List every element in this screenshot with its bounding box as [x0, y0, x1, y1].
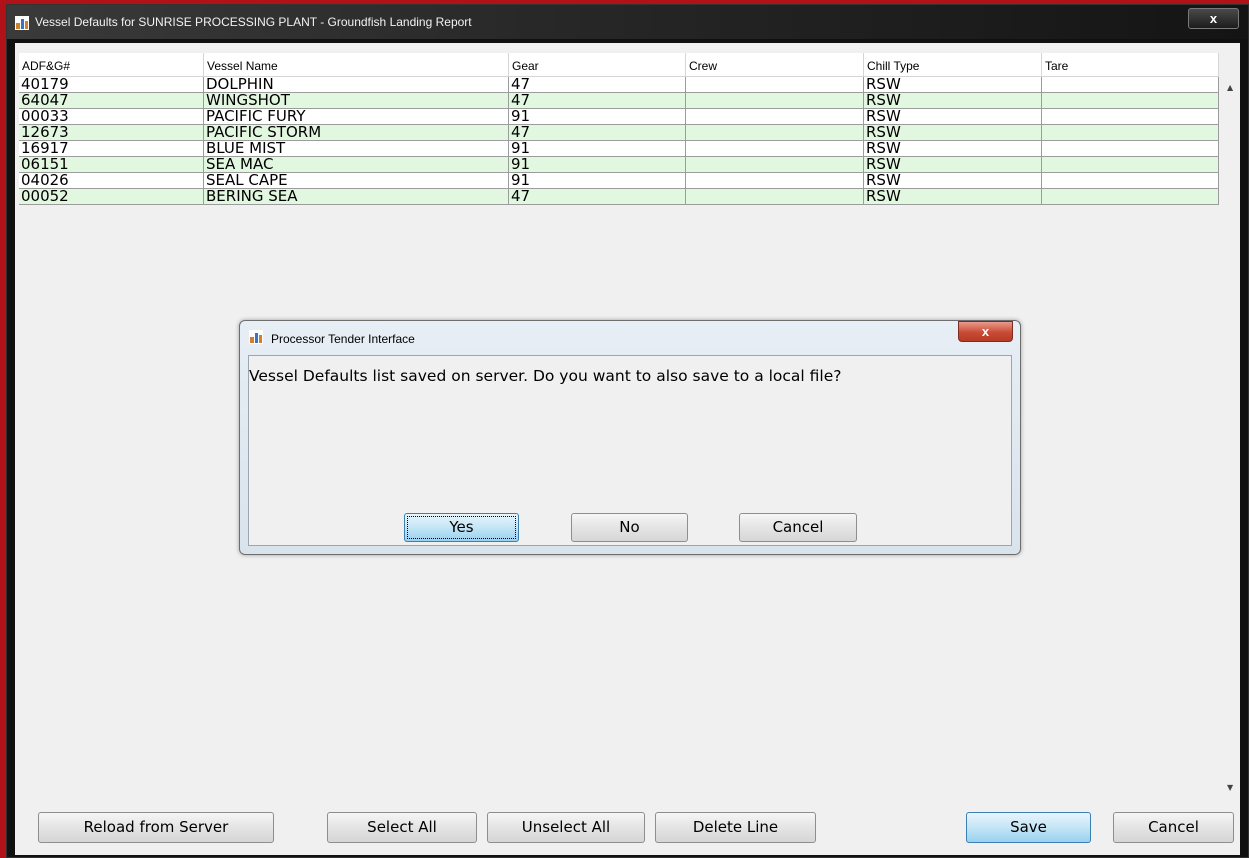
dialog-message: Vessel Defaults list saved on server. Do… — [249, 367, 842, 385]
cell-adfg[interactable]: 00033 — [19, 109, 204, 125]
column-header-chill-type[interactable]: Chill Type — [864, 53, 1042, 77]
no-button[interactable]: No — [571, 513, 688, 542]
scroll-down-arrow-icon[interactable]: ▼ — [1227, 783, 1233, 792]
column-header-crew[interactable]: Crew — [686, 53, 864, 77]
cell-tare[interactable] — [1042, 109, 1219, 125]
column-header-tare[interactable]: Tare — [1042, 53, 1219, 77]
cell-tare[interactable] — [1042, 173, 1219, 189]
cell-chill-type[interactable]: RSW — [864, 109, 1042, 125]
table-body: 40179 DOLPHIN 47 RSW 64047 WINGSHOT 47 RSW 00033… — [19, 77, 1219, 205]
cell-tare[interactable] — [1042, 93, 1219, 109]
cell-adfg[interactable]: 12673 — [19, 125, 204, 141]
cell-chill-type[interactable]: RSW — [864, 125, 1042, 141]
dialog-body: Vessel Defaults list saved on server. Do… — [248, 355, 1012, 546]
table-row[interactable]: 00033 PACIFIC FURY 91 RSW — [19, 109, 1219, 125]
app-icon — [249, 330, 263, 344]
cell-gear[interactable]: 91 — [509, 109, 686, 125]
vertical-scrollbar[interactable]: ▲ ▼ — [1223, 77, 1239, 797]
cell-crew[interactable] — [686, 173, 864, 189]
cell-gear[interactable]: 47 — [509, 125, 686, 141]
cell-gear[interactable]: 47 — [509, 77, 686, 93]
dialog-cancel-button[interactable]: Cancel — [739, 513, 857, 542]
cell-gear[interactable]: 91 — [509, 157, 686, 173]
cell-adfg[interactable]: 06151 — [19, 157, 204, 173]
cell-vessel-name[interactable]: WINGSHOT — [204, 93, 509, 109]
column-header-gear[interactable]: Gear — [509, 53, 686, 77]
cell-chill-type[interactable]: RSW — [864, 141, 1042, 157]
vessel-defaults-table: ADF&G# Vessel Name Gear Crew Chill Type … — [19, 53, 1219, 205]
cell-tare[interactable] — [1042, 189, 1219, 205]
cancel-button[interactable]: Cancel — [1113, 812, 1234, 843]
cell-crew[interactable] — [686, 125, 864, 141]
save-button[interactable]: Save — [966, 812, 1091, 843]
cell-gear[interactable]: 47 — [509, 93, 686, 109]
cell-tare[interactable] — [1042, 77, 1219, 93]
confirm-dialog: Processor Tender Interface x Vessel Defa… — [239, 320, 1021, 555]
cell-gear[interactable]: 47 — [509, 189, 686, 205]
delete-line-button[interactable]: Delete Line — [655, 812, 816, 843]
yes-button[interactable]: Yes — [404, 513, 519, 542]
cell-crew[interactable] — [686, 141, 864, 157]
reload-from-server-button[interactable]: Reload from Server — [38, 812, 274, 843]
cell-vessel-name[interactable]: PACIFIC FURY — [204, 109, 509, 125]
cell-adfg[interactable]: 04026 — [19, 173, 204, 189]
table-row[interactable]: 04026 SEAL CAPE 91 RSW — [19, 173, 1219, 189]
dialog-close-button[interactable]: x — [958, 321, 1013, 342]
table-row[interactable]: 16917 BLUE MIST 91 RSW — [19, 141, 1219, 157]
window-close-button[interactable]: x — [1188, 8, 1239, 29]
cell-crew[interactable] — [686, 77, 864, 93]
cell-chill-type[interactable]: RSW — [864, 93, 1042, 109]
column-header-adfg[interactable]: ADF&G# — [19, 53, 204, 77]
table-header: ADF&G# Vessel Name Gear Crew Chill Type … — [19, 53, 1219, 77]
table-row[interactable]: 12673 PACIFIC STORM 47 RSW — [19, 125, 1219, 141]
cell-chill-type[interactable]: RSW — [864, 77, 1042, 93]
title-bar[interactable]: Vessel Defaults for SUNRISE PROCESSING P… — [7, 5, 1248, 39]
cell-crew[interactable] — [686, 93, 864, 109]
cell-tare[interactable] — [1042, 125, 1219, 141]
cell-vessel-name[interactable]: DOLPHIN — [204, 77, 509, 93]
cell-crew[interactable] — [686, 109, 864, 125]
select-all-button[interactable]: Select All — [327, 812, 477, 843]
cell-tare[interactable] — [1042, 157, 1219, 173]
column-header-vessel-name[interactable]: Vessel Name — [204, 53, 509, 77]
unselect-all-button[interactable]: Unselect All — [487, 812, 645, 843]
cell-chill-type[interactable]: RSW — [864, 157, 1042, 173]
dialog-title: Processor Tender Interface — [271, 332, 415, 346]
cell-chill-type[interactable]: RSW — [864, 173, 1042, 189]
cell-crew[interactable] — [686, 157, 864, 173]
cell-adfg[interactable]: 64047 — [19, 93, 204, 109]
cell-vessel-name[interactable]: SEAL CAPE — [204, 173, 509, 189]
cell-tare[interactable] — [1042, 141, 1219, 157]
table-row[interactable]: 40179 DOLPHIN 47 RSW — [19, 77, 1219, 93]
cell-chill-type[interactable]: RSW — [864, 189, 1042, 205]
cell-vessel-name[interactable]: BLUE MIST — [204, 141, 509, 157]
app-icon — [15, 16, 29, 30]
cell-gear[interactable]: 91 — [509, 173, 686, 189]
table-row[interactable]: 06151 SEA MAC 91 RSW — [19, 157, 1219, 173]
cell-crew[interactable] — [686, 189, 864, 205]
table-row[interactable]: 64047 WINGSHOT 47 RSW — [19, 93, 1219, 109]
cell-adfg[interactable]: 00052 — [19, 189, 204, 205]
cell-vessel-name[interactable]: PACIFIC STORM — [204, 125, 509, 141]
cell-vessel-name[interactable]: SEA MAC — [204, 157, 509, 173]
cell-vessel-name[interactable]: BERING SEA — [204, 189, 509, 205]
cell-adfg[interactable]: 16917 — [19, 141, 204, 157]
cell-adfg[interactable]: 40179 — [19, 77, 204, 93]
window-title: Vessel Defaults for SUNRISE PROCESSING P… — [35, 15, 472, 29]
table-row[interactable]: 00052 BERING SEA 47 RSW — [19, 189, 1219, 205]
cell-gear[interactable]: 91 — [509, 141, 686, 157]
scroll-up-arrow-icon[interactable]: ▲ — [1227, 83, 1233, 92]
